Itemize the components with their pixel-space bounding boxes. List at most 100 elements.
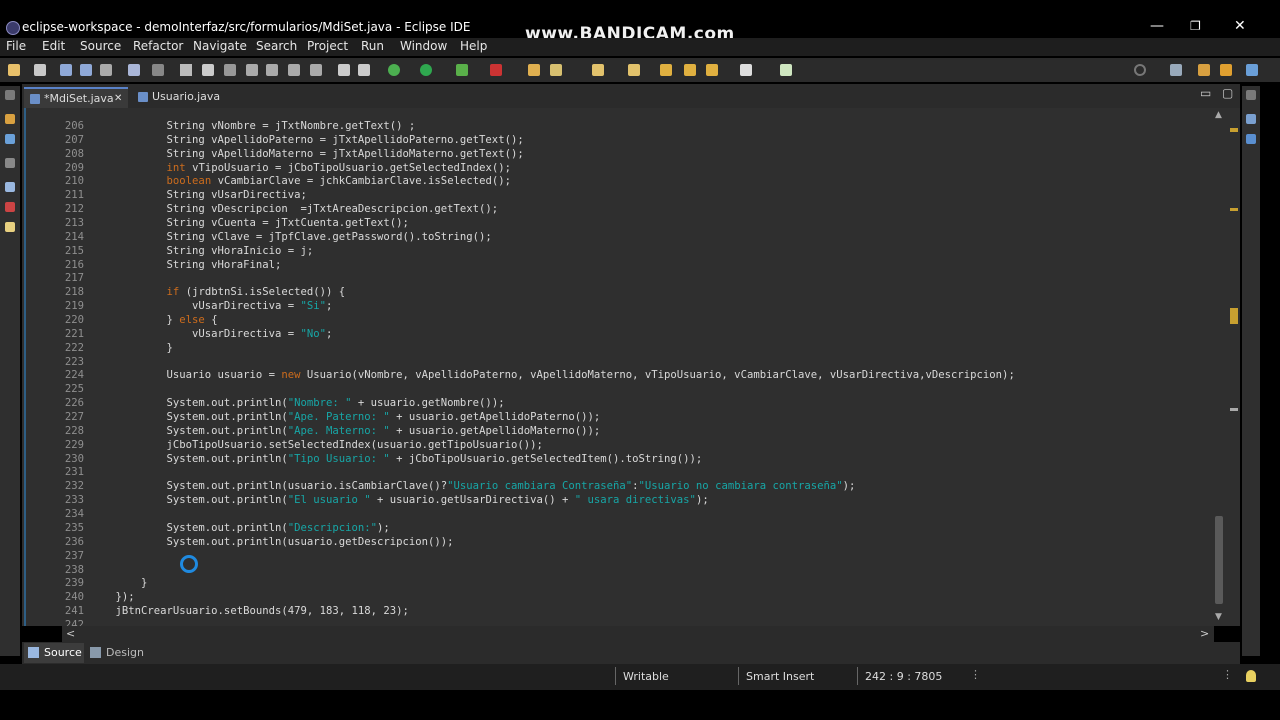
- warning-marker[interactable]: [1230, 308, 1238, 324]
- code-line[interactable]: 227 System.out.println("Ape. Paterno: " …: [52, 411, 1227, 425]
- coverage-icon[interactable]: [456, 64, 468, 76]
- line-text[interactable]: boolean vCambiarClave = jchkCambiarClave…: [90, 175, 511, 189]
- code-line[interactable]: 228 System.out.println("Ape. Materno: " …: [52, 425, 1227, 439]
- tip-of-day-icon[interactable]: [1246, 670, 1256, 682]
- menu-window[interactable]: Window: [400, 39, 447, 53]
- menu-help[interactable]: Help: [460, 39, 487, 53]
- code-editor[interactable]: 206 String vNombre = jTxtNombre.getText(…: [22, 108, 1240, 631]
- line-text[interactable]: System.out.println(usuario.getDescripcio…: [90, 536, 454, 550]
- line-text[interactable]: jCboTipoUsuario.setSelectedIndex(usuario…: [90, 439, 543, 453]
- warning-marker[interactable]: [1230, 128, 1238, 132]
- forward-icon[interactable]: [740, 64, 752, 76]
- line-text[interactable]: vUsarDirectiva = "No";: [90, 328, 332, 342]
- scrollbar-thumb[interactable]: [1215, 516, 1223, 604]
- code-line[interactable]: 235 System.out.println("Descripcion:");: [52, 522, 1227, 536]
- line-text[interactable]: int vTipoUsuario = jCboTipoUsuario.getSe…: [90, 162, 511, 176]
- line-text[interactable]: }: [90, 577, 147, 591]
- code-line[interactable]: 211 String vUsarDirectiva;: [52, 189, 1227, 203]
- code-line[interactable]: 214 String vClave = jTpfClave.getPasswor…: [52, 231, 1227, 245]
- code-text-area[interactable]: 206 String vNombre = jTxtNombre.getText(…: [52, 120, 1227, 632]
- outline-icon[interactable]: [5, 182, 15, 192]
- print-icon[interactable]: [100, 64, 112, 76]
- pin-editor-icon[interactable]: [780, 64, 792, 76]
- line-text[interactable]: System.out.println("Tipo Usuario: " + jC…: [90, 453, 703, 467]
- use-step-filters-icon[interactable]: [358, 64, 370, 76]
- code-line[interactable]: 219 vUsarDirectiva = "Si";: [52, 300, 1227, 314]
- menu-edit[interactable]: Edit: [42, 39, 65, 53]
- code-line[interactable]: 224 Usuario usuario = new Usuario(vNombr…: [52, 369, 1227, 383]
- debug-icon[interactable]: [388, 64, 400, 76]
- menu-navigate[interactable]: Navigate: [193, 39, 247, 53]
- tab-design[interactable]: Design: [88, 643, 148, 663]
- terminate-icon[interactable]: [224, 64, 236, 76]
- line-text[interactable]: jBtnCrearUsuario.setBounds(479, 183, 118…: [90, 605, 409, 619]
- next-annotation-icon[interactable]: [684, 64, 696, 76]
- window-icon[interactable]: [128, 64, 140, 76]
- search-icon[interactable]: [1134, 64, 1146, 76]
- code-line[interactable]: 240 });: [52, 591, 1227, 605]
- occurrence-marker[interactable]: [1230, 408, 1238, 411]
- save-all-icon[interactable]: [80, 64, 92, 76]
- line-text[interactable]: }: [90, 342, 173, 356]
- prev-annotation-icon[interactable]: [660, 64, 672, 76]
- line-text[interactable]: } else {: [90, 314, 218, 328]
- maximize-editor-icon[interactable]: ▢: [1222, 86, 1233, 100]
- annotation-icon[interactable]: [628, 64, 640, 76]
- scroll-up-icon[interactable]: ▲: [1215, 110, 1222, 120]
- code-line[interactable]: 213 String vCuenta = jTxtCuenta.getText(…: [52, 217, 1227, 231]
- line-text[interactable]: System.out.println("Descripcion:");: [90, 522, 390, 536]
- code-line[interactable]: 231: [52, 466, 1227, 480]
- step-return-icon[interactable]: [310, 64, 322, 76]
- menu-run[interactable]: Run: [361, 39, 384, 53]
- resume-icon[interactable]: [180, 64, 192, 76]
- suspend-icon[interactable]: [202, 64, 214, 76]
- code-line[interactable]: 216 String vHoraFinal;: [52, 259, 1227, 273]
- line-text[interactable]: String vNombre = jTxtNombre.getText() ;: [90, 120, 416, 134]
- code-line[interactable]: 206 String vNombre = jTxtNombre.getText(…: [52, 120, 1227, 134]
- new-icon[interactable]: [8, 64, 20, 76]
- outline-right-icon[interactable]: [1246, 114, 1256, 124]
- step-over-icon[interactable]: [288, 64, 300, 76]
- step-into-icon[interactable]: [266, 64, 278, 76]
- close-tab-icon[interactable]: ✕: [114, 89, 122, 109]
- line-text[interactable]: vUsarDirectiva = "Si";: [90, 300, 332, 314]
- java-perspective-icon[interactable]: [1246, 64, 1258, 76]
- line-text[interactable]: System.out.println(usuario.isCambiarClav…: [90, 480, 856, 494]
- code-line[interactable]: 229 jCboTipoUsuario.setSelectedIndex(usu…: [52, 439, 1227, 453]
- line-text[interactable]: String vHoraInicio = j;: [90, 245, 314, 259]
- line-text[interactable]: System.out.println("El usuario " + usuar…: [90, 494, 709, 508]
- editor-horizontal-scrollbar[interactable]: < >: [62, 626, 1214, 642]
- menu-search[interactable]: Search: [256, 39, 297, 53]
- tab-source[interactable]: Source: [24, 643, 84, 663]
- line-text[interactable]: if (jrdbtnSi.isSelected()) {: [90, 286, 346, 300]
- console-icon[interactable]: [152, 64, 164, 76]
- scroll-right-icon[interactable]: >: [1200, 627, 1209, 640]
- maximize-button[interactable]: ❐: [1190, 19, 1201, 33]
- back-icon[interactable]: [706, 64, 718, 76]
- menu-refactor[interactable]: Refactor: [133, 39, 183, 53]
- minimize-editor-icon[interactable]: ▭: [1200, 86, 1211, 100]
- scroll-left-icon[interactable]: <: [66, 627, 75, 640]
- code-line[interactable]: 234: [52, 508, 1227, 522]
- code-line[interactable]: 223: [52, 356, 1227, 370]
- menu-file[interactable]: File: [6, 39, 26, 53]
- hierarchy-icon[interactable]: [5, 134, 15, 144]
- line-text[interactable]: Usuario usuario = new Usuario(vNombre, v…: [90, 369, 1015, 383]
- run-icon[interactable]: [420, 64, 432, 76]
- restore-icon[interactable]: [5, 90, 15, 100]
- drop-frame-icon[interactable]: [338, 64, 350, 76]
- line-text[interactable]: String vHoraFinal;: [90, 259, 282, 273]
- code-line[interactable]: 208 String vApellidoMaterno = jTxtApelli…: [52, 148, 1227, 162]
- package-explorer-icon[interactable]: [5, 114, 15, 124]
- code-line[interactable]: 241 jBtnCrearUsuario.setBounds(479, 183,…: [52, 605, 1227, 619]
- editor-vertical-scrollbar[interactable]: ▲ ▼: [1212, 108, 1226, 622]
- line-text[interactable]: String vCuenta = jTxtCuenta.getText();: [90, 217, 409, 231]
- line-text[interactable]: System.out.println("Ape. Materno: " + us…: [90, 425, 601, 439]
- code-line[interactable]: 218 if (jrdbtnSi.isSelected()) {: [52, 286, 1227, 300]
- code-line[interactable]: 237: [52, 550, 1227, 564]
- problems-icon[interactable]: [5, 202, 15, 212]
- minimize-button[interactable]: —: [1150, 18, 1164, 34]
- code-line[interactable]: 207 String vApellidoPaterno = jTxtApelli…: [52, 134, 1227, 148]
- line-text[interactable]: System.out.println("Ape. Paterno: " + us…: [90, 411, 601, 425]
- save-icon[interactable]: [60, 64, 72, 76]
